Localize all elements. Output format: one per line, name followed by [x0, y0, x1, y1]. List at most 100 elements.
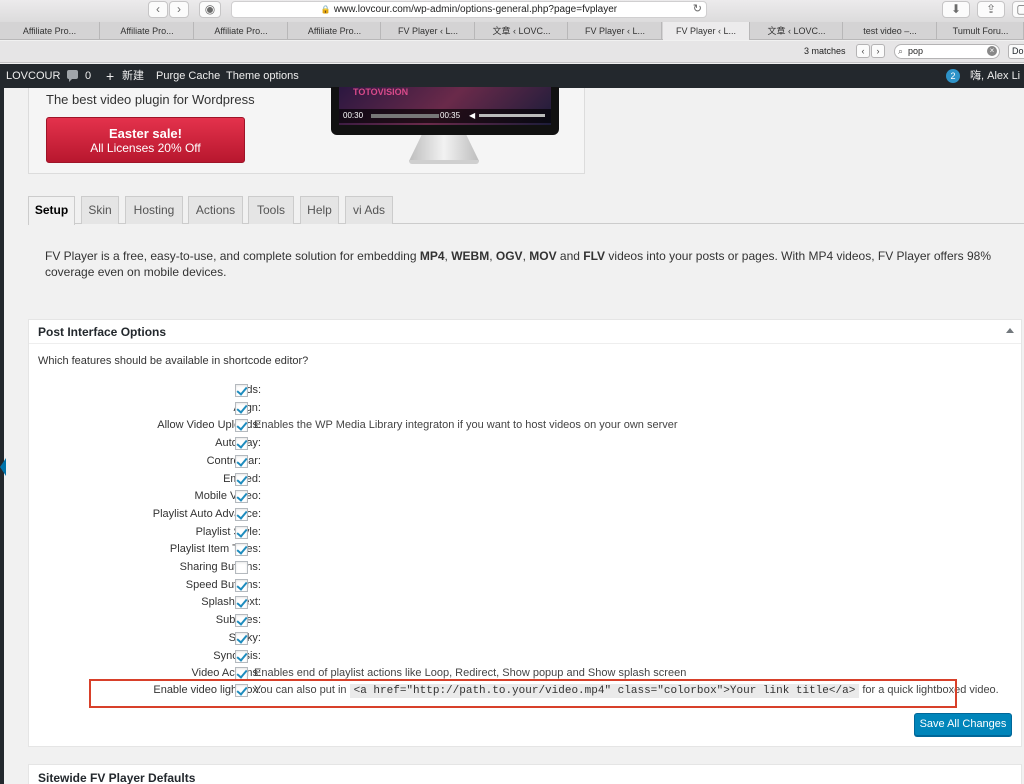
option-checkbox[interactable]	[235, 419, 248, 432]
tab-skin[interactable]: Skin	[81, 196, 119, 224]
browser-tab[interactable]: test video –...	[844, 22, 937, 40]
option-checkbox[interactable]	[235, 455, 248, 468]
tab-actions[interactable]: Actions	[188, 196, 243, 224]
player-controlbar: 00:30 00:35 ◀	[339, 109, 551, 123]
find-previous-button[interactable]: ‹	[856, 44, 870, 58]
browser-toolbar: ‹ › ◉ 🔒 www.lovcour.com/wp-admin/options-…	[0, 0, 1024, 22]
url-text: www.lovcour.com/wp-admin/options-general…	[333, 4, 618, 15]
option-checkbox[interactable]	[235, 561, 248, 574]
theme-options-link[interactable]: Theme options	[226, 64, 299, 88]
option-checkbox[interactable]	[235, 490, 248, 503]
search-icon: ⌕	[898, 46, 904, 56]
option-description: Enables the WP Media Library integraton …	[254, 419, 678, 431]
option-label: Speed Buttons:	[185, 579, 261, 591]
format-mp4: MP4	[419, 249, 445, 263]
postbox-header[interactable]: Post Interface Options	[29, 320, 1021, 344]
chevron-right-icon: ›	[876, 46, 880, 56]
sidebar-button[interactable]: ▢	[1012, 1, 1024, 18]
share-button[interactable]: ⇪	[977, 1, 1005, 18]
option-label: Splash Text:	[201, 596, 261, 608]
share-icon: ⇪	[985, 2, 997, 16]
option-checkbox[interactable]	[235, 579, 248, 592]
find-done-button[interactable]: Do	[1008, 44, 1024, 59]
browser-tab[interactable]: Affiliate Pro...	[0, 22, 100, 40]
tab-hosting[interactable]: Hosting	[125, 196, 183, 224]
downloads-button[interactable]: ⬇	[942, 1, 970, 18]
option-checkbox[interactable]	[235, 437, 248, 450]
browser-tab[interactable]: Tumult Foru...	[938, 22, 1024, 40]
option-row: Mobile Video:	[29, 489, 1021, 505]
format-webm: WEBM	[451, 249, 490, 263]
reload-icon[interactable]: ↻	[693, 2, 702, 17]
option-checkbox[interactable]	[235, 543, 248, 556]
option-checkbox[interactable]	[235, 632, 248, 645]
browser-tab[interactable]: FV Player ‹ L...	[569, 22, 662, 40]
admin-menu-edge	[0, 88, 4, 784]
back-button[interactable]: ‹	[148, 1, 168, 18]
player-progress-bar	[371, 114, 439, 118]
forward-button[interactable]: ›	[169, 1, 189, 18]
option-checkbox[interactable]	[235, 614, 248, 627]
tab-tools[interactable]: Tools	[248, 196, 294, 224]
browser-tab[interactable]: 文章 ‹ LOVC...	[751, 22, 843, 40]
easter-sale-button[interactable]: Easter sale! All Licenses 20% Off	[46, 117, 245, 163]
browser-tab-active[interactable]: FV Player ‹ L...	[663, 22, 750, 40]
collapse-toggle-icon[interactable]	[1006, 328, 1014, 333]
option-checkbox[interactable]	[235, 402, 248, 415]
option-row: Ads:	[29, 383, 1021, 399]
option-checkbox[interactable]	[235, 526, 248, 539]
option-checkbox[interactable]	[235, 650, 248, 663]
find-input[interactable]: ⌕ pop ×	[894, 44, 1000, 59]
plugin-intro: FV Player is a free, easy-to-use, and co…	[45, 248, 1010, 280]
option-checkbox[interactable]	[235, 384, 248, 397]
comment-bubble-icon[interactable]	[67, 70, 78, 82]
option-checkbox[interactable]	[235, 473, 248, 486]
updates-badge[interactable]: 2	[946, 69, 960, 83]
option-checkbox[interactable]	[235, 596, 248, 609]
monitor-stand	[409, 135, 479, 161]
browser-tab[interactable]: Affiliate Pro...	[101, 22, 194, 40]
browser-tab[interactable]: 文章 ‹ LOVC...	[476, 22, 568, 40]
browser-tab[interactable]: Affiliate Pro...	[195, 22, 288, 40]
tab-setup[interactable]: Setup	[28, 196, 75, 225]
site-name-link[interactable]: LOVCOUR	[6, 64, 60, 88]
record-icon: ◉	[204, 2, 216, 16]
collapse-arrow-icon[interactable]	[0, 458, 6, 476]
intro-separator: and	[556, 249, 584, 263]
clear-icon[interactable]: ×	[987, 46, 997, 56]
format-mov: MOV	[529, 249, 557, 263]
lock-icon: 🔒	[320, 5, 331, 14]
new-content-link[interactable]: 新建	[122, 64, 144, 88]
promo-banner: The best video plugin for Wordpress East…	[28, 87, 585, 174]
option-row: Synopsis:	[29, 649, 1021, 665]
postbox-title: Sitewide FV Player Defaults	[38, 771, 196, 784]
browser-tab[interactable]: Affiliate Pro...	[289, 22, 381, 40]
option-description: Enables end of playlist actions like Loo…	[254, 667, 687, 679]
address-bar[interactable]: 🔒 www.lovcour.com/wp-admin/options-genera…	[231, 1, 707, 18]
sale-subtitle: All Licenses 20% Off	[90, 141, 201, 155]
tab-vi-ads[interactable]: vi Ads	[345, 196, 393, 224]
purge-cache-link[interactable]: Purge Cache	[156, 64, 220, 88]
option-label: Video Actions:	[191, 667, 261, 679]
find-query: pop	[908, 46, 924, 56]
option-row: Controlbar:	[29, 454, 1021, 470]
tab-help[interactable]: Help	[300, 196, 339, 224]
browser-tab-strip: Affiliate Pro... Affiliate Pro... Affili…	[0, 22, 1024, 40]
option-row: Subtitles:	[29, 613, 1021, 629]
highlight-annotation	[89, 679, 957, 708]
sale-title: Easter sale!	[109, 126, 182, 141]
save-all-changes-button[interactable]: Save All Changes	[914, 713, 1012, 736]
option-checkbox[interactable]	[235, 508, 248, 521]
monitor-base	[409, 160, 479, 164]
option-label: Playlist Style:	[195, 526, 261, 538]
find-next-button[interactable]: ›	[871, 44, 885, 58]
player-preview-monitor: TOTOVISION 00:30 00:35 ◀	[331, 87, 559, 135]
chevron-right-icon: ›	[177, 2, 181, 16]
user-greeting[interactable]: 嗨, Alex Li	[970, 64, 1020, 88]
extension-button[interactable]: ◉	[199, 1, 221, 18]
chevron-left-icon: ‹	[861, 46, 865, 56]
comments-count[interactable]: 0	[85, 64, 91, 88]
plus-icon[interactable]: +	[106, 64, 114, 88]
browser-tab[interactable]: FV Player ‹ L...	[382, 22, 475, 40]
volume-icon: ◀	[469, 111, 476, 120]
